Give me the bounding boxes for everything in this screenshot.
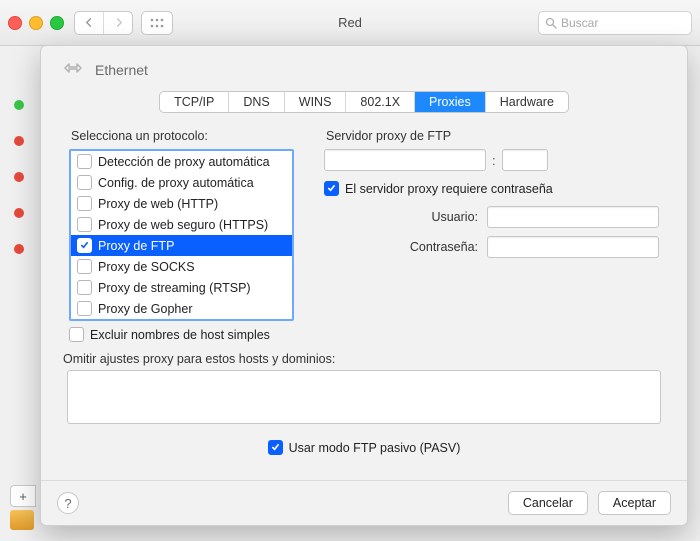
exclude-simple-checkbox[interactable]: Excluir nombres de host simples	[69, 327, 294, 342]
show-all-button[interactable]	[141, 11, 173, 35]
breadcrumb-label: Ethernet	[95, 62, 148, 78]
cancel-button[interactable]: Cancelar	[508, 491, 588, 515]
zoom-window-icon[interactable]	[50, 16, 64, 30]
proxy-port-input[interactable]	[502, 149, 548, 171]
tab-tcpip[interactable]: TCP/IP	[160, 92, 228, 112]
ethernet-glyph-icon	[61, 60, 85, 79]
list-item[interactable]: Config. de proxy automática	[71, 172, 292, 193]
exclude-simple-label: Excluir nombres de host simples	[90, 328, 270, 342]
tab-wins[interactable]: WINS	[284, 92, 346, 112]
protocol-list-label: Selecciona un protocolo:	[71, 129, 294, 143]
checkbox-icon[interactable]	[324, 181, 339, 196]
checkbox-icon[interactable]	[77, 259, 92, 274]
checkbox-icon[interactable]	[268, 440, 283, 455]
status-dot-green-icon	[14, 100, 24, 110]
checkbox-icon[interactable]	[77, 238, 92, 253]
username-label: Usuario:	[431, 210, 478, 224]
password-input[interactable]	[487, 236, 659, 258]
passive-ftp-checkbox[interactable]: Usar modo FTP pasivo (PASV)	[61, 440, 667, 455]
passive-ftp-label: Usar modo FTP pasivo (PASV)	[289, 441, 461, 455]
requires-password-checkbox[interactable]: El servidor proxy requiere contraseña	[324, 181, 659, 196]
close-window-icon[interactable]	[8, 16, 22, 30]
breadcrumb: Ethernet	[61, 60, 667, 79]
search-input[interactable]: Buscar	[538, 11, 692, 35]
list-item[interactable]: Proxy de FTP	[71, 235, 292, 256]
checkbox-icon[interactable]	[77, 175, 92, 190]
list-item-label: Proxy de web seguro (HTTPS)	[98, 218, 268, 232]
tab-hardware[interactable]: Hardware	[485, 92, 568, 112]
status-dot-red-icon	[14, 208, 24, 218]
back-button[interactable]	[75, 12, 103, 34]
list-item[interactable]: Detección de proxy automática	[71, 151, 292, 172]
checkbox-icon[interactable]	[77, 217, 92, 232]
tab-8021x[interactable]: 802.1X	[345, 92, 414, 112]
list-item-label: Proxy de Gopher	[98, 302, 193, 316]
list-item[interactable]: Proxy de web (HTTP)	[71, 193, 292, 214]
status-dot-red-icon	[14, 244, 24, 254]
status-dot-red-icon	[14, 172, 24, 182]
advanced-sheet: Ethernet TCP/IP DNS WINS 802.1X Proxies …	[40, 45, 688, 526]
search-placeholder: Buscar	[561, 16, 598, 30]
bypass-textarea[interactable]	[67, 370, 661, 424]
list-item-label: Proxy de SOCKS	[98, 260, 195, 274]
username-input[interactable]	[487, 206, 659, 228]
server-label: Servidor proxy de FTP	[326, 129, 659, 143]
help-button[interactable]: ?	[57, 492, 79, 514]
list-item[interactable]: Proxy de Gopher	[71, 298, 292, 319]
proxy-host-input[interactable]	[324, 149, 486, 171]
requires-password-label: El servidor proxy requiere contraseña	[345, 182, 553, 196]
background-network-list	[14, 100, 34, 280]
add-service-button[interactable]: +	[10, 485, 36, 507]
tab-bar: TCP/IP DNS WINS 802.1X Proxies Hardware	[159, 91, 569, 113]
lock-icon[interactable]	[10, 510, 34, 530]
window-titlebar: Red Buscar	[0, 0, 700, 46]
list-item-label: Config. de proxy automática	[98, 176, 254, 190]
checkbox-icon[interactable]	[77, 196, 92, 211]
tab-dns[interactable]: DNS	[228, 92, 283, 112]
checkbox-icon[interactable]	[77, 154, 92, 169]
status-dot-red-icon	[14, 136, 24, 146]
list-item[interactable]: Proxy de web seguro (HTTPS)	[71, 214, 292, 235]
password-label: Contraseña:	[410, 240, 478, 254]
list-item[interactable]: Proxy de SOCKS	[71, 256, 292, 277]
ok-button[interactable]: Aceptar	[598, 491, 671, 515]
list-item-label: Detección de proxy automática	[98, 155, 270, 169]
list-item[interactable]: Proxy de streaming (RTSP)	[71, 277, 292, 298]
list-item-label: Proxy de streaming (RTSP)	[98, 281, 251, 295]
list-item-label: Proxy de FTP	[98, 239, 174, 253]
host-port-separator: :	[492, 153, 496, 168]
nav-back-forward[interactable]	[74, 11, 133, 35]
traffic-lights	[8, 16, 64, 30]
checkbox-icon[interactable]	[77, 280, 92, 295]
tab-proxies[interactable]: Proxies	[414, 92, 485, 112]
search-icon	[545, 17, 557, 29]
forward-button[interactable]	[103, 12, 132, 34]
list-item-label: Proxy de web (HTTP)	[98, 197, 218, 211]
bypass-label: Omitir ajustes proxy para estos hosts y …	[63, 352, 667, 366]
checkbox-icon[interactable]	[77, 301, 92, 316]
minimize-window-icon[interactable]	[29, 16, 43, 30]
sheet-footer: ? Cancelar Aceptar	[41, 480, 687, 525]
checkbox-icon[interactable]	[69, 327, 84, 342]
protocol-list[interactable]: Detección de proxy automática Config. de…	[69, 149, 294, 321]
